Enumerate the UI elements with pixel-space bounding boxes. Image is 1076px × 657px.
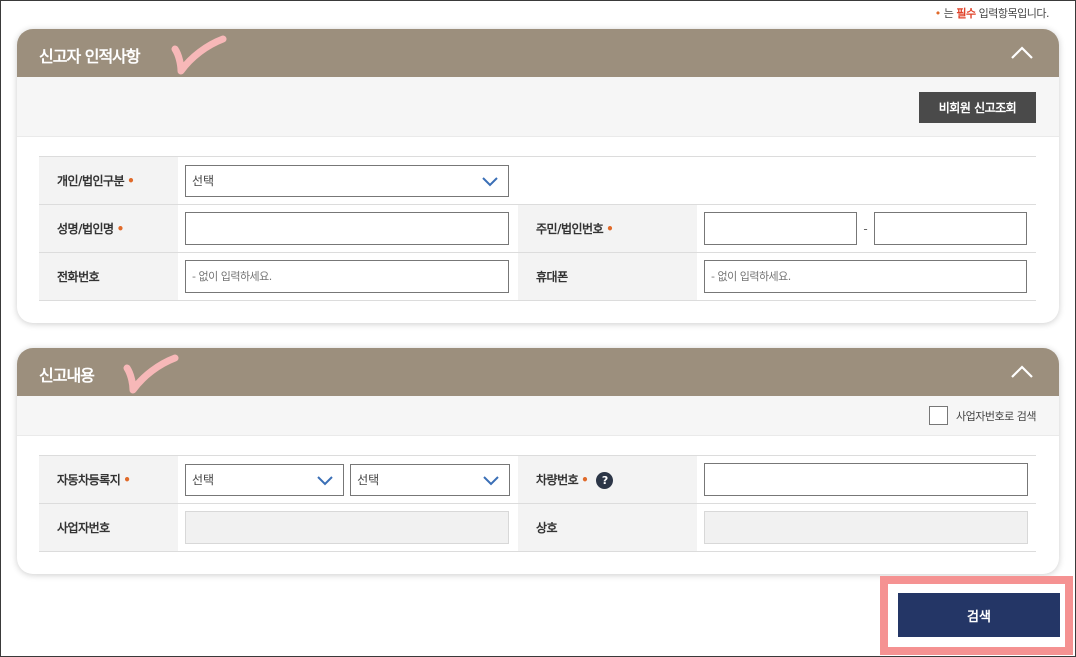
report-panel-title: 신고내용 — [39, 366, 95, 385]
plate-field-cell — [697, 455, 1036, 504]
phone-label: 전화번호 — [39, 252, 178, 301]
region-label: 자동차등록지 • — [39, 455, 178, 504]
plate-label-text: 차량번호 — [536, 472, 579, 487]
company-input — [704, 511, 1028, 544]
biz-no-field-cell — [178, 503, 518, 552]
report-panel: 신고내용 사업자번호로 검색 자동차등록지 • 선택 선택 차량번호 • ? 사… — [17, 348, 1059, 574]
table-row: 자동차등록지 • 선택 선택 차량번호 •? — [39, 455, 1036, 504]
biz-no-input — [185, 511, 509, 544]
nonmember-lookup-button[interactable]: 비회원 신고조회 — [919, 92, 1036, 123]
check-mark-icon — [171, 35, 227, 75]
company-field-cell — [697, 503, 1036, 552]
phone-field-cell — [178, 252, 518, 301]
name-field-cell — [178, 204, 518, 253]
collapse-chevron-up-icon[interactable] — [1009, 43, 1035, 63]
mobile-input[interactable] — [704, 260, 1027, 293]
type-select-value: 선택 — [192, 173, 215, 188]
reporter-panel-title: 신고자 인적사항 — [39, 47, 141, 66]
biz-search-checkbox[interactable] — [929, 406, 949, 425]
chevron-down-icon — [317, 475, 333, 485]
chevron-down-icon — [483, 475, 499, 485]
required-word: 필수 — [956, 7, 976, 20]
name-label: 성명/법인명 • — [39, 204, 178, 253]
reporter-form-table: 개인/법인구분 • 선택 성명/법인명 • 주민/법인번호 • - 전화번호 -… — [39, 156, 1036, 301]
company-label: 상호 — [518, 503, 697, 552]
report-panel-header: 신고내용 — [17, 348, 1059, 396]
required-dot: • — [606, 222, 614, 236]
required-dot: • — [581, 472, 589, 487]
table-row: 성명/법인명 • 주민/법인번호 • - — [39, 204, 1036, 253]
id-label: 주민/법인번호 • — [518, 204, 697, 253]
region-select-2-value: 선택 — [357, 472, 380, 487]
phone-input[interactable] — [185, 260, 509, 293]
name-label-text: 성명/법인명 — [57, 222, 114, 236]
required-dot: • — [123, 473, 131, 487]
type-select[interactable]: 선택 — [185, 164, 509, 197]
reporter-panel: 신고자 인적사항 비회원 신고조회 개인/법인구분 • 선택 성명/법인명 • 주민… — [17, 29, 1059, 323]
region-label-text: 자동차등록지 — [57, 473, 121, 487]
help-question-icon[interactable]: ? — [596, 471, 614, 489]
type-label-text: 개인/법인구분 — [57, 174, 125, 188]
mobile-field-cell — [697, 252, 1036, 301]
id-field-cell: - — [697, 204, 1036, 253]
mobile-label: 휴대폰 — [518, 252, 697, 301]
biz-no-label-text: 사업자번호 — [57, 521, 110, 535]
plate-input[interactable] — [704, 463, 1028, 496]
required-note: • 는 필수 입력항목입니다. — [934, 5, 1050, 21]
collapse-chevron-up-icon[interactable] — [1009, 362, 1035, 382]
search-button[interactable]: 검색 — [898, 593, 1060, 637]
type-label: 개인/법인구분 • — [39, 156, 178, 205]
report-form-table: 자동차등록지 • 선택 선택 차량번호 •? 사업자번호 상호 — [39, 455, 1036, 552]
biz-search-checkbox-text: 사업자번호로 검색 — [956, 409, 1036, 423]
region-field-cell: 선택 선택 — [178, 455, 518, 504]
phone-label-text: 전화번호 — [57, 270, 100, 284]
biz-search-checkbox-label[interactable]: 사업자번호로 검색 — [929, 406, 1036, 425]
check-mark-icon — [123, 354, 179, 394]
required-dot: • — [934, 7, 942, 20]
biz-no-label: 사업자번호 — [39, 503, 178, 552]
reporter-toolbar: 비회원 신고조회 — [17, 77, 1059, 137]
name-input[interactable] — [185, 212, 509, 245]
required-dot: • — [127, 174, 135, 188]
id-label-text: 주민/법인번호 — [536, 222, 604, 236]
id-first-input[interactable] — [704, 212, 857, 245]
table-row: 개인/법인구분 • 선택 — [39, 156, 1036, 205]
mobile-label-text: 휴대폰 — [536, 270, 568, 284]
chevron-down-icon — [482, 176, 498, 186]
table-row: 전화번호 휴대폰 — [39, 252, 1036, 301]
region-select-2[interactable]: 선택 — [350, 463, 511, 496]
plate-label: 차량번호 •? — [518, 455, 697, 504]
required-note-prefix: 는 — [943, 7, 954, 20]
report-toolbar: 사업자번호로 검색 — [17, 396, 1059, 436]
reporter-panel-header: 신고자 인적사항 — [17, 29, 1059, 77]
id-second-input[interactable] — [874, 212, 1027, 245]
type-field-cell: 선택 — [178, 156, 1036, 205]
company-label-text: 상호 — [536, 521, 558, 535]
table-row: 사업자번호 상호 — [39, 503, 1036, 552]
id-separator: - — [863, 221, 868, 236]
region-select-1-value: 선택 — [192, 472, 215, 487]
required-dot: • — [116, 222, 125, 236]
region-select-1[interactable]: 선택 — [185, 463, 344, 496]
required-note-suffix: 입력항목입니다. — [978, 7, 1050, 20]
